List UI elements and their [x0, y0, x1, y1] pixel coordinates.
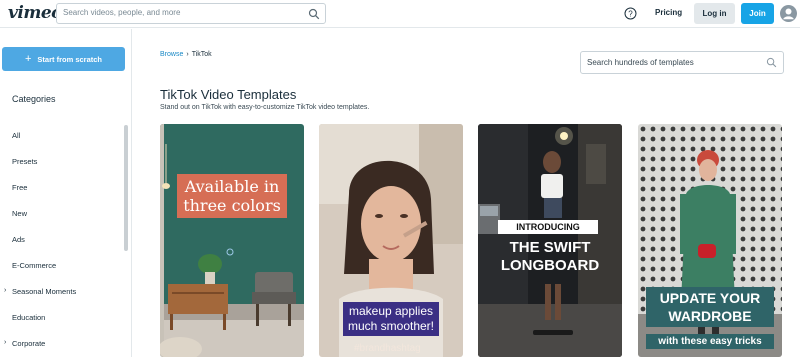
- sidebar: + Start from scratch Categories All Pres…: [0, 29, 132, 357]
- search-input[interactable]: Search videos, people, and more: [63, 8, 180, 17]
- card-overlay-text: THE SWIFT LONGBOARD: [500, 239, 600, 274]
- chevron-right-icon: ›: [4, 287, 7, 294]
- site-search[interactable]: Search videos, people, and more: [56, 3, 326, 24]
- svg-text:?: ?: [628, 9, 633, 18]
- breadcrumb-separator: ›: [186, 51, 189, 58]
- card-overlay-text: UPDATE YOUR WARDROBE: [646, 287, 774, 327]
- template-card-longboard[interactable]: INTRODUCING THE SWIFT LONGBOARD: [478, 124, 622, 357]
- login-button[interactable]: Log in: [694, 3, 735, 24]
- breadcrumb-current: TikTok: [191, 51, 212, 58]
- category-label: Free: [12, 183, 28, 192]
- card-hashtag: #brandhashtag: [354, 343, 421, 354]
- category-item-new[interactable]: New: [0, 207, 122, 221]
- start-from-scratch-label: Start from scratch: [37, 54, 103, 64]
- category-item-all[interactable]: All: [0, 129, 122, 143]
- category-label: Corporate: [12, 339, 46, 348]
- category-item-ecommerce[interactable]: E-Commerce: [0, 259, 122, 273]
- plus-icon: +: [24, 52, 32, 65]
- card-kicker-text: INTRODUCING: [498, 220, 598, 234]
- category-label: Ads: [12, 235, 25, 244]
- help-icon[interactable]: ?: [624, 7, 637, 20]
- category-item-corporate[interactable]: › Corporate: [0, 337, 122, 351]
- categories-heading: Categories: [12, 94, 56, 104]
- top-navigation: vimeo Search videos, people, and more ? …: [0, 0, 800, 28]
- chevron-right-icon: ›: [4, 339, 7, 346]
- card-overlay-text: makeup applies much smoother!: [343, 302, 439, 336]
- join-button[interactable]: Join: [741, 3, 774, 24]
- breadcrumb-browse-link[interactable]: Browse: [160, 51, 183, 58]
- category-item-education[interactable]: Education: [0, 311, 122, 325]
- category-item-ads[interactable]: Ads: [0, 233, 122, 247]
- category-item-seasonal-moments[interactable]: › Seasonal Moments: [0, 285, 122, 299]
- pricing-link[interactable]: Pricing: [655, 8, 682, 17]
- start-from-scratch-button[interactable]: + Start from scratch: [2, 47, 125, 71]
- category-label: E-Commerce: [12, 261, 57, 270]
- category-item-presets[interactable]: Presets: [0, 155, 122, 169]
- card-overlay-text: Available in three colors: [177, 174, 287, 218]
- category-label: New: [12, 209, 28, 218]
- avatar-icon[interactable]: [780, 5, 797, 22]
- vimeo-logo[interactable]: vimeo: [8, 3, 62, 23]
- page-title: TikTok Video Templates: [160, 87, 297, 102]
- sidebar-scrollbar[interactable]: [124, 125, 128, 251]
- breadcrumb: Browse › TikTok: [160, 51, 212, 58]
- page-subtitle: Stand out on TikTok with easy-to-customi…: [160, 104, 370, 111]
- category-label: Seasonal Moments: [12, 287, 77, 296]
- template-search[interactable]: Search hundreds of templates: [580, 51, 784, 74]
- category-label: All: [12, 131, 21, 140]
- search-icon[interactable]: [766, 57, 777, 68]
- template-card-makeup[interactable]: makeup applies much smoother! #brandhash…: [319, 124, 463, 357]
- template-card-available-colors[interactable]: Available in three colors: [160, 124, 304, 357]
- search-icon[interactable]: [308, 8, 320, 20]
- card-subtext: with these easy tricks: [646, 334, 774, 349]
- category-label: Presets: [12, 157, 38, 166]
- card-thumbnail: [160, 124, 304, 357]
- category-item-free[interactable]: Free: [0, 181, 122, 195]
- template-search-input[interactable]: Search hundreds of templates: [587, 58, 694, 67]
- category-label: Education: [12, 313, 46, 322]
- template-card-wardrobe[interactable]: UPDATE YOUR WARDROBE with these easy tri…: [638, 124, 782, 357]
